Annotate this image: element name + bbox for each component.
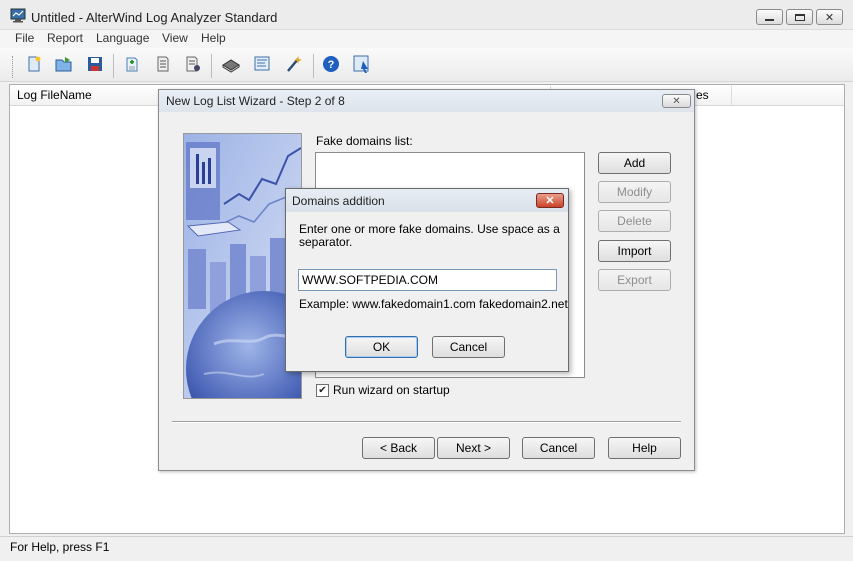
menu-view[interactable]: View [162, 31, 188, 45]
help-button[interactable]: ? [320, 54, 342, 76]
status-text: For Help, press F1 [10, 540, 110, 554]
open-button[interactable] [53, 54, 75, 76]
column-header-partial[interactable]: es [696, 88, 709, 102]
toolbar-separator [211, 54, 212, 78]
report-settings-button[interactable] [252, 54, 274, 76]
wizard-title-bar: New Log List Wizard - Step 2 of 8 ✕ [159, 90, 694, 112]
column-divider[interactable] [731, 86, 732, 105]
export-button[interactable]: Export [598, 269, 671, 291]
modify-button[interactable]: Modify [598, 181, 671, 203]
domains-close-button[interactable]: ✕ [536, 193, 564, 208]
wizard-close-button[interactable]: ✕ [662, 94, 691, 108]
menu-file[interactable]: File [15, 31, 34, 45]
new-report-icon [25, 55, 43, 76]
menu-report[interactable]: Report [47, 31, 83, 45]
context-help-button[interactable] [351, 54, 373, 76]
menu-help[interactable]: Help [201, 31, 226, 45]
report-settings-icon [253, 55, 273, 76]
ok-button[interactable]: OK [345, 336, 418, 358]
status-bar: For Help, press F1 [0, 536, 853, 561]
run-wizard-label[interactable]: Run wizard on startup [333, 383, 450, 397]
wizard-cancel-button[interactable]: Cancel [522, 437, 595, 459]
domains-input[interactable] [298, 269, 557, 291]
context-help-icon [352, 54, 372, 77]
title-bar: Untitled - AlterWind Log Analyzer Standa… [0, 0, 853, 30]
back-button[interactable]: < Back [362, 437, 435, 459]
toolbar-separator [113, 54, 114, 78]
next-button[interactable]: Next > [437, 437, 510, 459]
close-icon: ✕ [545, 195, 555, 207]
close-icon: ✕ [824, 11, 835, 24]
column-header-log-filename[interactable]: Log FileName [17, 88, 92, 102]
toolbar-grip[interactable] [12, 56, 15, 78]
log-properties-button[interactable] [182, 54, 204, 76]
domains-example: Example: www.fakedomain1.com fakedomain2… [299, 297, 568, 311]
toolbar: ? [0, 48, 853, 82]
wizard-title: New Log List Wizard - Step 2 of 8 [166, 94, 345, 108]
close-button[interactable]: ✕ [816, 9, 843, 25]
wizard-icon [284, 54, 304, 77]
svg-text:?: ? [328, 59, 335, 71]
menu-bar: File Report Language View Help [0, 30, 853, 48]
maximize-button[interactable] [786, 9, 813, 25]
wizard-button[interactable] [283, 54, 305, 76]
import-button[interactable]: Import [598, 240, 671, 262]
save-icon [86, 55, 104, 76]
domains-title-bar: Domains addition ✕ [286, 189, 568, 212]
new-report-button[interactable] [23, 54, 45, 76]
close-icon: ✕ [672, 95, 681, 107]
toolbar-separator [313, 54, 314, 78]
log-list-icon [154, 55, 172, 76]
save-button[interactable] [84, 54, 106, 76]
maximize-icon [794, 13, 805, 21]
domains-prompt: Enter one or more fake domains. Use spac… [299, 222, 560, 249]
add-button[interactable]: Add [598, 152, 671, 174]
add-log-icon [123, 55, 141, 76]
window-title: Untitled - AlterWind Log Analyzer Standa… [31, 10, 278, 25]
add-log-button[interactable] [121, 54, 143, 76]
domains-addition-dialog: Domains addition ✕ Enter one or more fak… [285, 188, 569, 372]
wizard-divider [172, 421, 681, 423]
delete-button[interactable]: Delete [598, 210, 671, 232]
domains-dialog-title: Domains addition [292, 194, 385, 208]
analyze-button[interactable] [220, 54, 242, 76]
run-wizard-checkbox[interactable]: ✔ [316, 384, 329, 397]
fake-domains-label: Fake domains list: [316, 134, 413, 148]
app-monitor-icon [10, 8, 26, 23]
minimize-icon [765, 18, 774, 21]
wizard-help-button[interactable]: Help [608, 437, 681, 459]
log-properties-icon [184, 55, 202, 76]
open-icon [54, 55, 74, 76]
log-list-button[interactable] [152, 54, 174, 76]
checkmark-icon: ✔ [318, 384, 327, 396]
minimize-button[interactable] [756, 9, 783, 25]
menu-language[interactable]: Language [96, 31, 149, 45]
help-icon: ? [322, 55, 340, 76]
domains-cancel-button[interactable]: Cancel [432, 336, 505, 358]
analyze-icon [221, 55, 241, 76]
